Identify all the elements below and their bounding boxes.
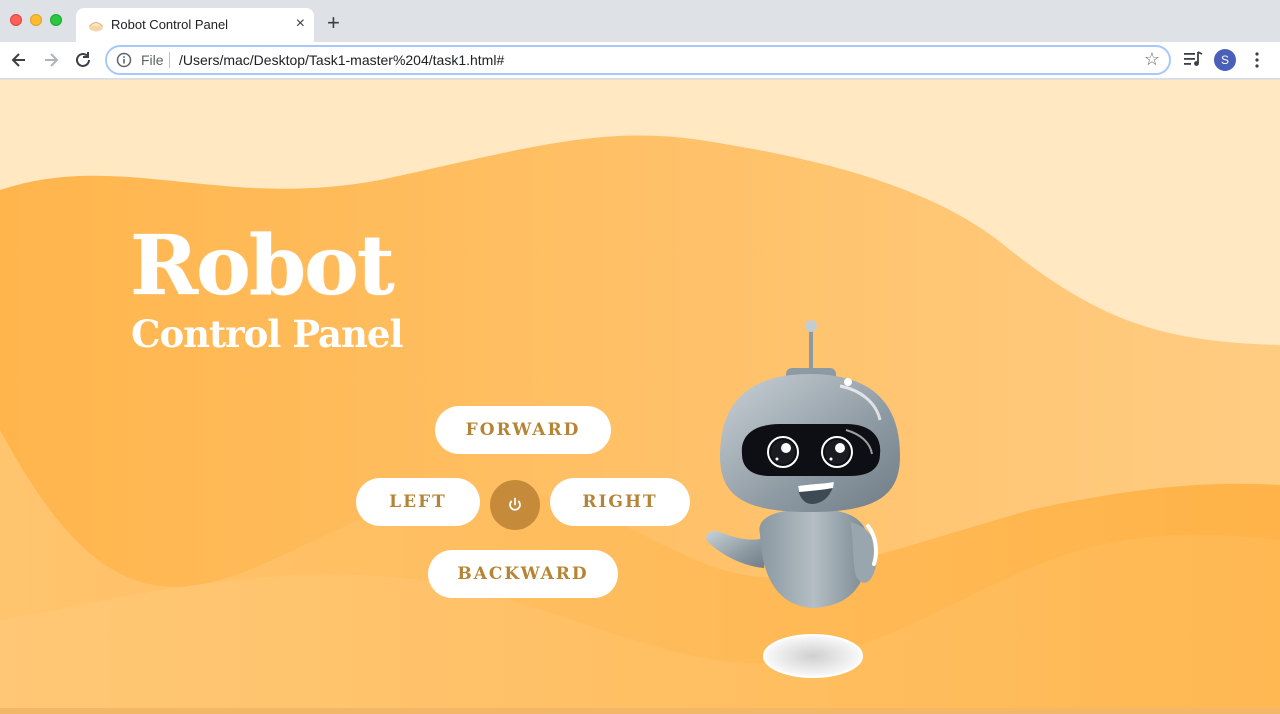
browser-tab[interactable]: Robot Control Panel ×	[76, 8, 314, 42]
maximize-window-button[interactable]	[50, 14, 62, 26]
forward-button[interactable]: FORWARD	[435, 406, 611, 454]
close-window-button[interactable]	[10, 14, 22, 26]
new-tab-button[interactable]: +	[327, 12, 340, 34]
back-arrow-icon[interactable]	[6, 48, 32, 72]
page-title: Robot	[130, 218, 395, 314]
scheme-label: File	[141, 52, 164, 68]
bookmark-star-icon[interactable]: ☆	[1144, 49, 1160, 70]
forward-arrow-icon[interactable]	[38, 48, 64, 72]
media-controls-icon[interactable]	[1183, 50, 1203, 68]
profile-avatar[interactable]: S	[1214, 49, 1236, 71]
url-text[interactable]: /Users/mac/Desktop/Task1-master%204/task…	[179, 52, 504, 68]
right-button[interactable]: RIGHT	[550, 478, 690, 526]
page-viewport: Robot Control Panel FORWARD LEFT RIGHT B…	[0, 80, 1280, 714]
divider	[169, 52, 170, 68]
power-button[interactable]	[490, 480, 540, 530]
backward-button[interactable]: BACKWARD	[428, 550, 618, 598]
wave-background	[0, 80, 1280, 714]
dumpling-favicon-icon	[89, 22, 103, 32]
info-icon[interactable]	[116, 52, 132, 68]
address-bar[interactable]: File /Users/mac/Desktop/Task1-master%204…	[105, 45, 1171, 75]
tab-close-icon[interactable]: ×	[296, 14, 305, 34]
left-button[interactable]: LEFT	[356, 478, 480, 526]
minimize-window-button[interactable]	[30, 14, 42, 26]
kebab-menu-icon[interactable]	[1248, 51, 1266, 69]
tab-title: Robot Control Panel	[111, 17, 229, 32]
reload-icon[interactable]	[70, 48, 96, 72]
robot-illustration	[705, 320, 900, 678]
browser-toolbar: File /Users/mac/Desktop/Task1-master%204…	[0, 42, 1280, 79]
page-subtitle: Control Panel	[131, 312, 404, 356]
power-icon	[509, 497, 521, 511]
browser-tabstrip: Robot Control Panel × +	[0, 0, 1280, 42]
